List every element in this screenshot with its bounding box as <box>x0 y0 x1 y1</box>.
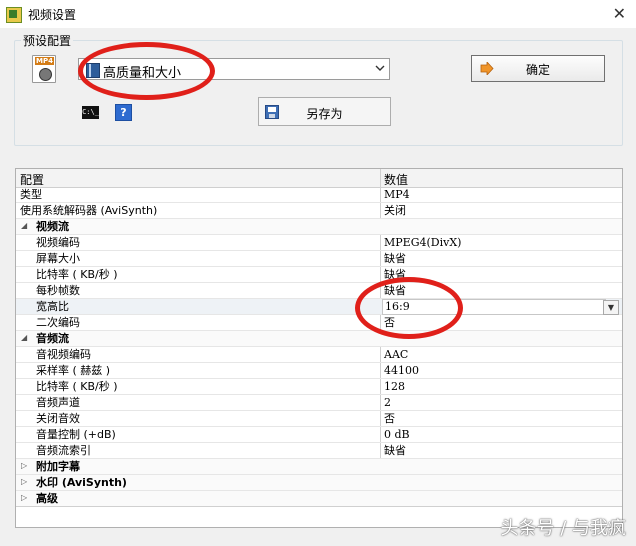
grid-row-name: 水印 (AviSynth) <box>36 476 127 489</box>
grid-row[interactable]: 采样率 ( 赫兹 ) 44100 <box>16 363 622 379</box>
preset-group-label: 预设配置 <box>21 32 74 49</box>
grid-row-value: 否 <box>384 316 395 329</box>
preset-select-value: 高质量和大小 <box>103 66 182 81</box>
grid-row-value: 缺省 <box>384 284 406 297</box>
grid-row[interactable]: 屏幕大小 缺省 <box>16 251 622 267</box>
grid-row-value: 0 dB <box>384 428 410 441</box>
grid-row[interactable]: 比特率 ( KB/秒 ) 128 <box>16 379 622 395</box>
grid-row-name: 音频声道 <box>36 396 80 409</box>
grid-header: 配置 数值 <box>16 169 622 188</box>
grid-row-name: 附加字幕 <box>36 460 80 473</box>
grid-category-row[interactable]: ▷ 水印 (AviSynth) <box>16 475 622 491</box>
grid-row-name: 二次编码 <box>36 316 80 329</box>
grid-row-name: 视频编码 <box>36 236 80 249</box>
save-as-label: 另存为 <box>306 107 343 121</box>
expander-icon[interactable]: ◢ <box>21 221 27 230</box>
film-icon <box>86 63 100 78</box>
grid-row-name: 屏幕大小 <box>36 252 80 265</box>
mp4-file-icon: MP4 <box>32 55 56 83</box>
grid-row[interactable]: 音量控制 (+dB) 0 dB <box>16 427 622 443</box>
grid-row-value: AAC <box>384 348 409 361</box>
grid-row-name: 宽高比 <box>36 300 69 313</box>
grid-row[interactable]: 视频编码 MPEG4(DivX) <box>16 235 622 251</box>
ok-button-label: 确定 <box>525 63 550 77</box>
grid-row[interactable]: 音视频编码 AAC <box>16 347 622 363</box>
chevron-down-icon[interactable] <box>375 61 385 78</box>
grid-row-name: 使用系统解码器 (AviSynth) <box>20 204 158 217</box>
grid-row[interactable]: 音频声道 2 <box>16 395 622 411</box>
grid-rows: 类型 MP4 使用系统解码器 (AviSynth) 关闭 ◢ 视频流视频编码 MPEG4(D… <box>16 187 622 507</box>
watermark: 头条号 / 与我疯 <box>500 518 626 539</box>
column-header-name: 配置 <box>20 173 45 187</box>
grid-category-row[interactable]: ▷ 高级 <box>16 491 622 507</box>
grid-row-name: 音视频编码 <box>36 348 91 361</box>
preset-select[interactable]: 高质量和大小 <box>78 58 390 81</box>
app-icon <box>6 7 22 23</box>
grid-row-name: 音频流 <box>36 332 69 345</box>
grid-row[interactable]: 音频流索引 缺省 <box>16 443 622 459</box>
expander-icon[interactable]: ▷ <box>21 493 27 502</box>
grid-row-value: 2 <box>384 396 391 409</box>
grid-row-name: 高级 <box>36 492 58 505</box>
help-icon[interactable]: ? <box>115 104 132 121</box>
grid-row[interactable]: 二次编码 否 <box>16 315 622 331</box>
grid-row-value: 关闭 <box>384 204 406 217</box>
grid-row-name: 每秒帧数 <box>36 284 80 297</box>
grid-row-name: 视频流 <box>36 220 69 233</box>
grid-category-row[interactable]: ◢ 视频流 <box>16 219 622 235</box>
grid-row-value: 否 <box>384 412 395 425</box>
grid-row-value: 缺省 <box>384 268 406 281</box>
grid-row[interactable]: 关闭音效 否 <box>16 411 622 427</box>
grid-row[interactable]: 比特率 ( KB/秒 ) 缺省 <box>16 267 622 283</box>
grid-row-value: 128 <box>384 380 405 393</box>
grid-row-name: 关闭音效 <box>36 412 80 425</box>
grid-category-row[interactable]: ◢ 音频流 <box>16 331 622 347</box>
grid-row[interactable]: 宽高比 16:9 ▼ <box>16 299 622 315</box>
expander-icon[interactable]: ▷ <box>21 461 27 470</box>
close-icon[interactable]: ✕ <box>613 4 626 23</box>
grid-row-value[interactable]: 16:9 <box>382 299 606 315</box>
grid-row-value: 44100 <box>384 364 419 377</box>
grid-row-name: 采样率 ( 赫兹 ) <box>36 364 111 377</box>
console-icon[interactable]: C:\_ <box>82 106 99 119</box>
grid-row-value: MP4 <box>384 188 410 201</box>
expander-icon[interactable]: ▷ <box>21 477 27 486</box>
expander-icon[interactable]: ◢ <box>21 333 27 342</box>
title-bar: 视频设置 ✕ <box>0 0 636 28</box>
grid-row[interactable]: 类型 MP4 <box>16 187 622 203</box>
chevron-down-icon[interactable]: ▼ <box>603 300 619 315</box>
grid-row-value: 缺省 <box>384 252 406 265</box>
save-as-button[interactable]: 另存为 <box>258 97 391 126</box>
grid-row[interactable]: 使用系统解码器 (AviSynth) 关闭 <box>16 203 622 219</box>
grid-row[interactable]: 每秒帧数 缺省 <box>16 283 622 299</box>
mp4-icon-label: MP4 <box>35 57 54 65</box>
settings-grid: 配置 数值 类型 MP4 使用系统解码器 (AviSynth) 关闭 ◢ 视频流视频编码 M… <box>15 168 623 528</box>
grid-row-name: 音频流索引 <box>36 444 91 457</box>
grid-row-name: 类型 <box>20 188 42 201</box>
window-title: 视频设置 <box>28 8 77 22</box>
column-header-value: 数值 <box>384 173 409 187</box>
grid-row-name: 比特率 ( KB/秒 ) <box>36 380 118 393</box>
grid-category-row[interactable]: ▷ 附加字幕 <box>16 459 622 475</box>
grid-row-value: MPEG4(DivX) <box>384 236 462 249</box>
grid-row-name: 比特率 ( KB/秒 ) <box>36 268 118 281</box>
ok-button[interactable]: 确定 <box>471 55 605 82</box>
grid-row-name: 音量控制 (+dB) <box>36 428 116 441</box>
grid-row-value: 缺省 <box>384 444 406 457</box>
